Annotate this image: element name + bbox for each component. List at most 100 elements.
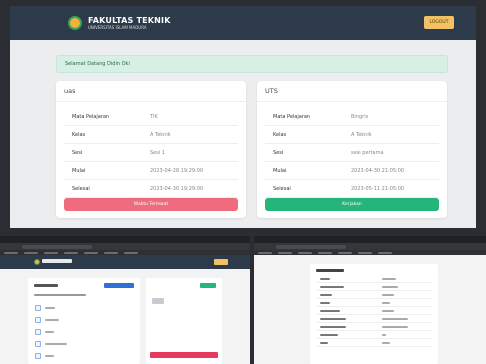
bookmark-item bbox=[104, 251, 118, 254]
bookmark-item bbox=[298, 251, 312, 254]
faculty-logo-icon bbox=[68, 16, 82, 30]
bookmark-item bbox=[84, 251, 98, 254]
info-row-end: Selesai 2023-05-11 21:05:00 bbox=[265, 180, 439, 198]
question-number-box bbox=[152, 298, 164, 304]
info-label: Sesi bbox=[72, 149, 83, 156]
exam-card-title: UTS bbox=[257, 81, 447, 102]
answer-option bbox=[35, 341, 41, 347]
bookmark-item bbox=[338, 251, 352, 254]
bookmark-item bbox=[278, 251, 292, 254]
logout-button[interactable]: LOGOUT bbox=[424, 16, 454, 29]
browser-tab-strip bbox=[254, 236, 486, 243]
result-row bbox=[316, 316, 432, 323]
time-passed-button[interactable]: Waktu Terlewat bbox=[64, 198, 238, 211]
url-field bbox=[276, 244, 346, 249]
info-row-session: Sesi Sesi 1 bbox=[64, 144, 238, 162]
bookmark-item bbox=[318, 251, 332, 254]
info-label: Kelas bbox=[273, 131, 287, 138]
question-number bbox=[34, 284, 58, 287]
mini-brand bbox=[42, 259, 72, 263]
top-navbar: FAKULTAS TEKNIK UNIVERSITAS ISLAM MADURA… bbox=[10, 6, 476, 40]
result-row bbox=[316, 332, 432, 339]
info-label: Mata Pelajaran bbox=[72, 113, 110, 120]
brand-title: FAKULTAS TEKNIK bbox=[88, 15, 171, 25]
screenshot-collage: FAKULTAS TEKNIK UNIVERSITAS ISLAM MADURA… bbox=[0, 0, 486, 364]
result-row bbox=[316, 292, 432, 299]
info-value: 2023-04-30 21:05:00 bbox=[351, 167, 405, 174]
bookmark-item bbox=[378, 251, 392, 254]
info-row-subject: Mata Pelajaran Bingris bbox=[265, 108, 439, 126]
answer-option bbox=[35, 317, 41, 323]
bookmark-item bbox=[258, 251, 272, 254]
quiz-question-card bbox=[28, 278, 140, 364]
bookmark-item bbox=[44, 251, 58, 254]
answer-option-text bbox=[45, 355, 54, 357]
mini-navbar bbox=[0, 255, 250, 269]
welcome-alert: Selamat Datang Didin Oki bbox=[56, 55, 448, 73]
result-row bbox=[316, 276, 432, 283]
bookmark-item bbox=[64, 251, 78, 254]
info-row-start: Mulai 2023-04-30 21:05:00 bbox=[265, 162, 439, 180]
info-label: Mata Pelajaran bbox=[273, 113, 311, 120]
mini-logout-button bbox=[214, 259, 228, 265]
info-row-end: Selesai 2023-04-30 19:29:00 bbox=[64, 180, 238, 198]
status-badge bbox=[200, 283, 216, 288]
info-label: Sesi bbox=[273, 149, 284, 156]
info-row-class: Kelas A Teknik bbox=[64, 126, 238, 144]
info-value: 2023-04-30 19:29:00 bbox=[150, 185, 204, 192]
info-label: Selesai bbox=[72, 185, 90, 192]
brand: FAKULTAS TEKNIK UNIVERSITAS ISLAM MADURA bbox=[88, 15, 171, 30]
browser-address-bar bbox=[0, 243, 250, 250]
exam-card-uas: uas Mata Pelajaran TIK Kelas A Teknik Se… bbox=[56, 81, 246, 218]
bookmark-item bbox=[358, 251, 372, 254]
question-nav-panel bbox=[146, 278, 222, 364]
bookmarks-bar bbox=[254, 250, 486, 255]
exam-result-card bbox=[310, 264, 438, 364]
answer-option-text bbox=[45, 343, 67, 345]
question-text bbox=[34, 294, 86, 296]
browser-tab-strip bbox=[0, 236, 250, 243]
answer-option bbox=[35, 305, 41, 311]
brand-subtitle: UNIVERSITAS ISLAM MADURA bbox=[88, 24, 147, 30]
result-row bbox=[316, 284, 432, 291]
bookmark-item bbox=[4, 251, 18, 254]
info-row-session: Sesi sesi pertama bbox=[265, 144, 439, 162]
timer-badge bbox=[104, 283, 134, 288]
info-value: 2023-04-28 19:29:00 bbox=[150, 167, 204, 174]
quiz-page-screenshot bbox=[0, 236, 250, 364]
result-row bbox=[316, 324, 432, 331]
answer-option-text bbox=[45, 319, 59, 321]
info-label: Kelas bbox=[72, 131, 86, 138]
answer-option-text bbox=[45, 307, 55, 309]
faculty-logo-icon bbox=[34, 259, 40, 265]
finish-button bbox=[150, 352, 218, 358]
start-exam-button[interactable]: Kerjakan bbox=[265, 198, 439, 211]
info-row-start: Mulai 2023-04-28 19:29:00 bbox=[64, 162, 238, 180]
result-row bbox=[316, 340, 432, 347]
exam-card-title: uas bbox=[56, 81, 246, 102]
info-value: A Teknik bbox=[351, 131, 372, 138]
answer-option-text bbox=[45, 331, 54, 333]
answer-option bbox=[35, 329, 41, 335]
info-value: Bingris bbox=[351, 113, 369, 120]
answer-option bbox=[35, 353, 41, 359]
url-field bbox=[22, 244, 92, 249]
result-page-screenshot bbox=[254, 236, 486, 364]
info-value: A Teknik bbox=[150, 131, 171, 138]
info-value: TIK bbox=[150, 113, 158, 120]
dashboard-window: FAKULTAS TEKNIK UNIVERSITAS ISLAM MADURA… bbox=[10, 6, 476, 228]
exam-card-uts: UTS Mata Pelajaran Bingris Kelas A Tekni… bbox=[257, 81, 447, 218]
info-row-subject: Mata Pelajaran TIK bbox=[64, 108, 238, 126]
info-label: Mulai bbox=[273, 167, 287, 174]
info-value: 2023-05-11 21:05:00 bbox=[351, 185, 405, 192]
result-title bbox=[316, 269, 344, 272]
result-row bbox=[316, 308, 432, 315]
bookmark-item bbox=[24, 251, 38, 254]
info-value: Sesi 1 bbox=[150, 149, 166, 156]
result-row bbox=[316, 300, 432, 307]
info-label: Selesai bbox=[273, 185, 291, 192]
info-label: Mulai bbox=[72, 167, 86, 174]
bookmark-item bbox=[124, 251, 138, 254]
browser-address-bar bbox=[254, 243, 486, 250]
info-value: sesi pertama bbox=[351, 149, 384, 156]
